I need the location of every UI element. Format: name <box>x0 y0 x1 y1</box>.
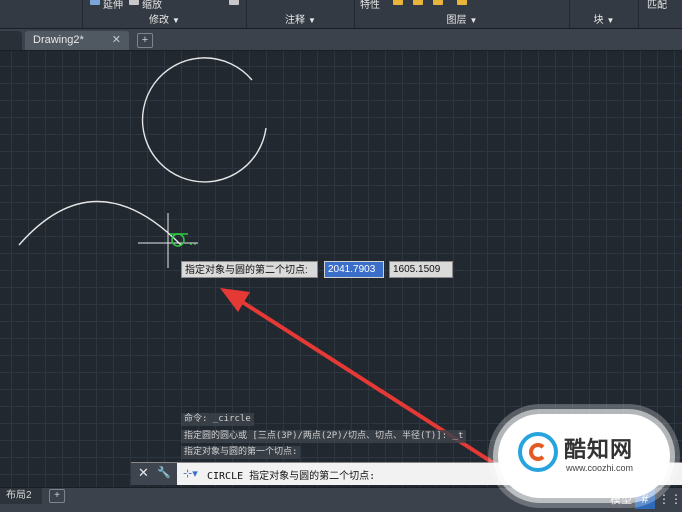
ribbon-panel-properties[interactable]: 匹配 <box>639 0 682 28</box>
extend-label[interactable]: 延伸 <box>103 0 123 11</box>
command-line-input[interactable]: CIRCLE 指定对象与圆的第二个切点: <box>207 467 375 482</box>
layer-lock-icon[interactable] <box>433 0 443 5</box>
coozhi-logo-icon <box>518 432 558 472</box>
tab-drawing2-label: Drawing2* <box>33 34 84 46</box>
dynamic-input-x-field[interactable]: 2041.7903 <box>324 261 384 278</box>
chevron-down-icon: ▼ <box>469 16 478 25</box>
wrench-icon[interactable]: 🔧 <box>157 466 171 479</box>
annotation-arrow-head-icon <box>220 288 250 312</box>
scale-icon[interactable] <box>129 0 139 5</box>
watermark-url: www.coozhi.com <box>566 463 634 473</box>
command-history-line: 命令: _circle <box>181 413 254 426</box>
dynamic-input-prompt: 指定对象与圆的第二个切点: <box>181 261 318 278</box>
layer-match-icon[interactable] <box>457 0 467 5</box>
add-tab-button[interactable]: + <box>137 33 153 48</box>
panel-title-annotation[interactable]: 注释 ▼ <box>247 11 354 26</box>
add-layout-button[interactable]: + <box>49 489 65 503</box>
watermark-brand: 酷知网 <box>564 437 634 462</box>
tab-start[interactable] <box>0 31 22 50</box>
close-icon[interactable]: ✕ <box>112 33 121 46</box>
scale-label[interactable]: 缩放 <box>142 0 162 11</box>
command-history-line: 指定圆的圆心或 [三点(3P)/两点(2P)/切点、切点、半径(T)]: _t <box>181 430 467 443</box>
chevron-down-icon: ▼ <box>172 16 180 25</box>
layer-freeze-icon[interactable] <box>413 0 423 5</box>
ribbon-panel-modify[interactable]: 延伸 缩放 修改 ▼ <box>83 0 247 28</box>
tab-drawing2[interactable]: Drawing2* ✕ <box>25 31 129 50</box>
close-icon[interactable]: ✕ <box>138 465 149 481</box>
circle-arc[interactable] <box>141 57 267 183</box>
file-tab-bar: Drawing2* ✕ + <box>0 29 682 51</box>
tangent-snap-marker-icon <box>171 233 185 247</box>
command-line-tools: ✕ 🔧 <box>131 463 177 485</box>
snap-mode-icon[interactable]: ⋮⋮ <box>658 489 682 509</box>
watermark: 酷知网 www.coozhi.com <box>498 414 670 498</box>
layer-icon[interactable] <box>393 0 403 5</box>
dynamic-input-y-field[interactable]: 1605.1509 <box>389 261 453 278</box>
chevron-down-icon: ▼ <box>308 16 316 25</box>
ribbon-panel-draw[interactable] <box>0 0 83 28</box>
chevron-down-icon: ▼ <box>606 16 615 25</box>
properties-label[interactable]: 特性 <box>360 0 380 11</box>
command-prompt-icon[interactable]: ⊹▾ <box>183 467 198 480</box>
ribbon-panel-annotation[interactable]: 注释 ▼ <box>247 0 355 28</box>
panel-title-block[interactable]: 块 ▼ <box>570 11 638 26</box>
ribbon-panel-layers[interactable]: 特性 图层 ▼ <box>355 0 570 28</box>
match-label[interactable]: 匹配 <box>647 0 667 11</box>
tab-layout2[interactable]: 布局2 <box>0 488 42 504</box>
lower-arc[interactable] <box>18 200 182 246</box>
ribbon-panel-block[interactable]: 块 ▼ <box>570 0 639 28</box>
panel-title-layers[interactable]: 图层 ▼ <box>355 11 569 26</box>
ribbon: 延伸 缩放 修改 ▼ 注释 ▼ 特性 图层 ▼ 块 ▼ 匹配 <box>0 0 682 29</box>
command-history-line: 指定对象与圆的第一个切点: <box>181 446 301 459</box>
array-icon[interactable] <box>229 0 239 5</box>
extend-icon[interactable] <box>90 0 100 5</box>
panel-title-modify[interactable]: 修改 ▼ <box>83 11 246 26</box>
